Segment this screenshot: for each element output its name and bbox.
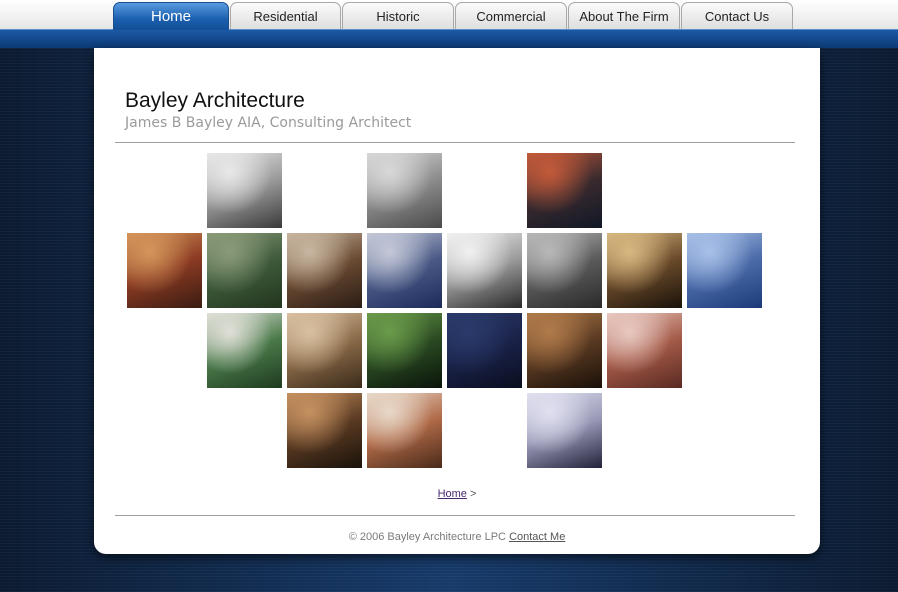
aerial-estate-photo[interactable]	[207, 233, 282, 308]
indoor-pool-photo[interactable]	[287, 393, 362, 468]
contact-me-link[interactable]: Contact Me	[509, 531, 565, 543]
brick-mansion-photo[interactable]	[607, 313, 682, 388]
main-navigation: Home Residential Historic Commercial Abo…	[113, 2, 794, 30]
townhouse-row-photo[interactable]	[367, 233, 442, 308]
dining-room-photo[interactable]	[527, 393, 602, 468]
tab-historic[interactable]: Historic	[342, 2, 454, 29]
tab-residential[interactable]: Residential	[230, 2, 341, 29]
site-subtitle: James B Bayley AIA, Consulting Architect	[125, 115, 412, 131]
portrait-photo[interactable]	[207, 153, 282, 228]
window-facade-photo[interactable]	[367, 153, 442, 228]
tab-home[interactable]: Home	[113, 2, 229, 30]
classical-entrance-photo[interactable]	[447, 233, 522, 308]
footer: © 2006 Bayley Architecture LPC Contact M…	[94, 531, 820, 543]
breadcrumb-separator: >	[469, 488, 477, 500]
skylight-atrium-photo[interactable]	[527, 153, 602, 228]
breadcrumb-home-link[interactable]: Home	[438, 488, 467, 500]
library-interior-photo[interactable]	[527, 313, 602, 388]
copyright-text: © 2006 Bayley Architecture LPC	[348, 531, 506, 543]
staircase-interior-photo[interactable]	[367, 393, 442, 468]
breadcrumb: Home >	[94, 488, 820, 500]
garden-pool-photo[interactable]	[367, 313, 442, 388]
dusk-house-photo[interactable]	[447, 313, 522, 388]
southern-porch-house-photo[interactable]	[207, 313, 282, 388]
modern-kitchen-photo[interactable]	[287, 233, 362, 308]
header-band	[0, 29, 898, 48]
tab-commercial[interactable]: Commercial	[455, 2, 567, 29]
red-barn-house-photo[interactable]	[127, 233, 202, 308]
tab-about-the-firm[interactable]: About The Firm	[568, 2, 680, 29]
header-divider	[115, 142, 795, 143]
brownstone-stoop-photo[interactable]	[607, 233, 682, 308]
content-card: Bayley Architecture James B Bayley AIA, …	[94, 48, 820, 554]
modern-highrise-photo[interactable]	[687, 233, 762, 308]
footer-divider	[115, 515, 795, 516]
site-title: Bayley Architecture	[125, 89, 305, 112]
stone-townhouse-photo[interactable]	[527, 233, 602, 308]
tab-contact-us[interactable]: Contact Us	[681, 2, 793, 29]
tudor-house-photo[interactable]	[287, 313, 362, 388]
